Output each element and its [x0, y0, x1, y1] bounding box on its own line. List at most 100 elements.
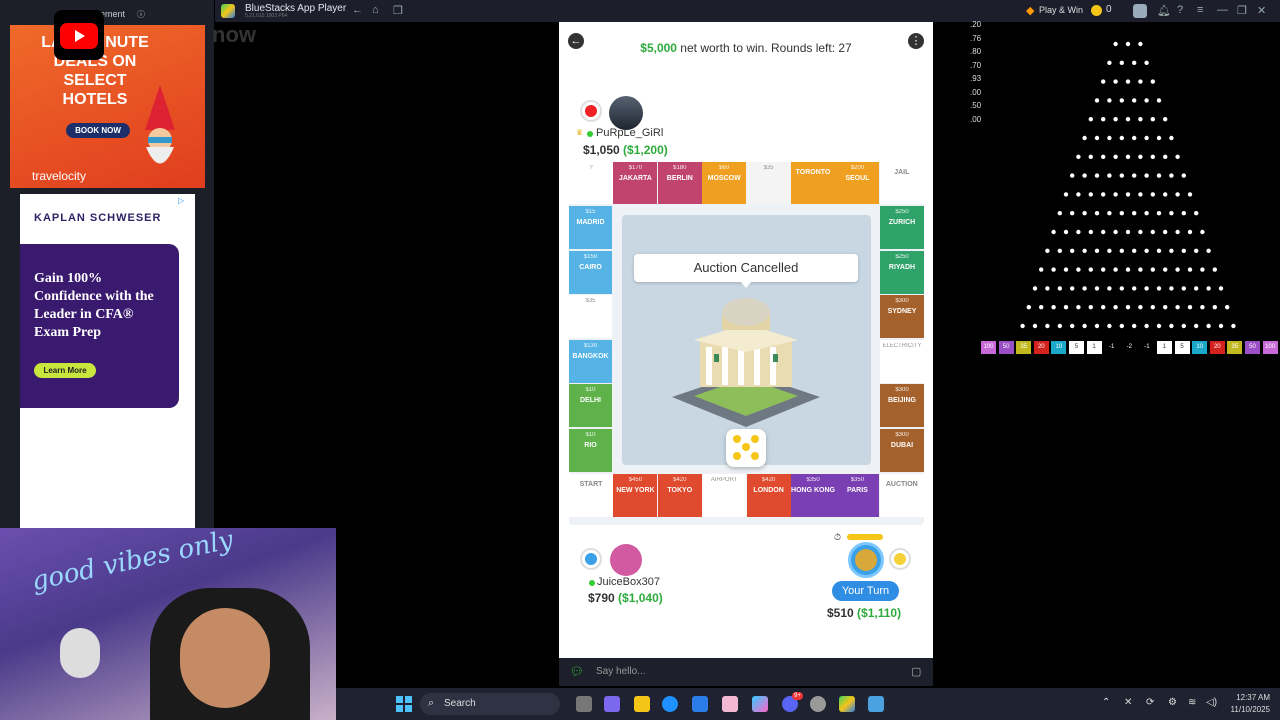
travelocity-ad[interactable]: LAST-MINUTE DEALS ON SELECT HOTELS BOOK …: [10, 25, 205, 188]
board-tile[interactable]: AUCTION: [879, 474, 924, 517]
multiplier-slot: 100: [1262, 341, 1278, 354]
app-icon[interactable]: [722, 696, 738, 712]
bluestacks-taskbar-icon[interactable]: [839, 696, 855, 712]
help-icon[interactable]: ?: [1177, 4, 1183, 16]
minimize-icon[interactable]: —: [1217, 4, 1228, 16]
plinko-peg: [1101, 192, 1106, 197]
chat-bar: 💬︎ Say hello... ▢: [559, 658, 933, 686]
more-options-icon[interactable]: ⋮: [908, 33, 924, 49]
menu-icon[interactable]: ≡: [1197, 4, 1203, 16]
plinko-peg: [1113, 79, 1118, 84]
board-tile[interactable]: $150 CAIRO: [569, 250, 612, 294]
board-tile[interactable]: $10 RIO: [569, 428, 612, 472]
bell-icon[interactable]: 🔔︎: [1157, 4, 1171, 17]
board-tile[interactable]: $300 BEIJING: [880, 384, 924, 427]
board-tile[interactable]: $35: [746, 162, 791, 204]
file-explorer-icon[interactable]: [634, 696, 650, 712]
sticker-icon[interactable]: ▢: [911, 665, 921, 678]
board-tile[interactable]: $420 TOKYO: [657, 474, 702, 517]
restore-icon[interactable]: ❐: [1237, 4, 1247, 17]
my-avatar[interactable]: [848, 542, 884, 578]
back-icon[interactable]: ←: [352, 4, 363, 16]
board-tile[interactable]: $60 MOSCOW: [702, 162, 747, 204]
board-tile[interactable]: JAIL: [879, 162, 924, 204]
board-tile[interactable]: $450 NEW YORK: [613, 474, 658, 517]
book-now-button[interactable]: BOOK NOW: [66, 123, 130, 138]
board-tile[interactable]: $300 SYDNEY: [880, 295, 924, 338]
board-tile[interactable]: TORONTO: [791, 162, 835, 204]
chat-input[interactable]: Say hello...: [596, 666, 645, 677]
multi-instance-icon[interactable]: ❐: [393, 4, 403, 17]
play-win-label[interactable]: Play & Win: [1039, 5, 1083, 15]
plinko-peg: [1119, 60, 1124, 65]
board-tile[interactable]: $300 DUBAI: [880, 428, 924, 472]
board-tile[interactable]: $350 HONG KONG: [791, 474, 835, 517]
board-tile[interactable]: $200 SEOUL: [835, 162, 880, 204]
board-tile[interactable]: $250 ZURICH: [880, 206, 924, 249]
plinko-peg: [1051, 305, 1056, 310]
left-player-avatar[interactable]: [610, 544, 642, 576]
youtube-icon[interactable]: [60, 23, 98, 49]
board-tile[interactable]: $180 BERLIN: [657, 162, 702, 204]
tile-price: $10: [585, 431, 596, 438]
plinko-peg: [1187, 192, 1193, 197]
plinko-peg: [1181, 173, 1186, 178]
plinko-peg: [1181, 211, 1186, 216]
plinko-peg: [1088, 192, 1093, 197]
clock-date[interactable]: 11/10/2025: [1230, 705, 1270, 714]
board-tile[interactable]: $130 BANGKOK: [569, 339, 612, 383]
board-tile[interactable]: ELECTRICITY: [880, 339, 924, 383]
tray-icon[interactable]: ⟳: [1146, 697, 1154, 708]
home-icon[interactable]: ⌂: [372, 4, 379, 16]
ad-choices-icon[interactable]: ▷: [178, 196, 184, 205]
tray-icon[interactable]: ✕: [1124, 697, 1132, 708]
volume-icon[interactable]: ◁): [1206, 697, 1217, 708]
info-icon[interactable]: ⓘ: [137, 9, 145, 20]
board-tile[interactable]: START: [569, 474, 613, 517]
dice[interactable]: [726, 429, 766, 467]
plinko-peg: [1132, 286, 1137, 291]
edge-icon[interactable]: [662, 696, 678, 712]
left-player-money: $790 ($1,040): [588, 591, 663, 605]
board-tile[interactable]: $15 MADRID: [569, 206, 612, 249]
board-tile[interactable]: $170 JAKARTA: [613, 162, 658, 204]
plinko-peg: [1156, 211, 1162, 216]
board-tile[interactable]: $420 LONDON: [746, 474, 791, 517]
plinko-peg: [1101, 267, 1106, 272]
play-win-icon[interactable]: ◆: [1026, 4, 1034, 17]
plinko-peg: [1082, 248, 1087, 253]
plinko-peg: [1181, 248, 1186, 253]
search-box[interactable]: ⌕ Search: [420, 693, 560, 715]
plinko-peg: [1175, 305, 1180, 310]
obs-icon[interactable]: [810, 696, 826, 712]
multiplier-slot: -1: [1139, 341, 1155, 354]
clock-time[interactable]: 12:37 AM: [1230, 693, 1270, 702]
top-player-avatar[interactable]: [609, 96, 643, 130]
plinko-peg: [1094, 173, 1100, 178]
teams-icon[interactable]: [604, 696, 620, 712]
board-tile[interactable]: $250 RIYADH: [880, 250, 924, 294]
chevron-up-icon[interactable]: ⌃: [1102, 697, 1110, 708]
close-icon[interactable]: ✕: [1257, 4, 1266, 17]
plinko-peg: [1026, 305, 1031, 310]
wifi-icon[interactable]: ≋: [1188, 697, 1196, 708]
copilot-icon[interactable]: [752, 696, 768, 712]
tile-price: $180: [673, 165, 687, 171]
chat-icon: 💬︎: [570, 666, 584, 678]
task-view-icon[interactable]: [576, 696, 592, 712]
learn-more-button[interactable]: Learn More: [34, 363, 96, 378]
plinko-peg: [1051, 229, 1056, 235]
board-tile[interactable]: $350 PARIS: [835, 474, 880, 517]
board-tile[interactable]: ?: [569, 162, 613, 204]
account-avatar[interactable]: [1133, 4, 1147, 18]
board-tile[interactable]: $10 DELHI: [569, 384, 612, 427]
your-turn-button[interactable]: Your Turn: [832, 581, 899, 601]
board-tile[interactable]: $35: [569, 295, 612, 338]
notepad-icon[interactable]: [868, 696, 884, 712]
store-icon[interactable]: [692, 696, 708, 712]
tile-price: $60: [719, 165, 730, 171]
board-tile[interactable]: AIRPORT: [702, 474, 747, 517]
start-icon[interactable]: [396, 696, 412, 712]
kaplan-ad[interactable]: KAPLAN SCHWESER ▷ Gain 100% Confidence w…: [20, 194, 195, 528]
tray-icon[interactable]: ⚙: [1168, 697, 1177, 708]
